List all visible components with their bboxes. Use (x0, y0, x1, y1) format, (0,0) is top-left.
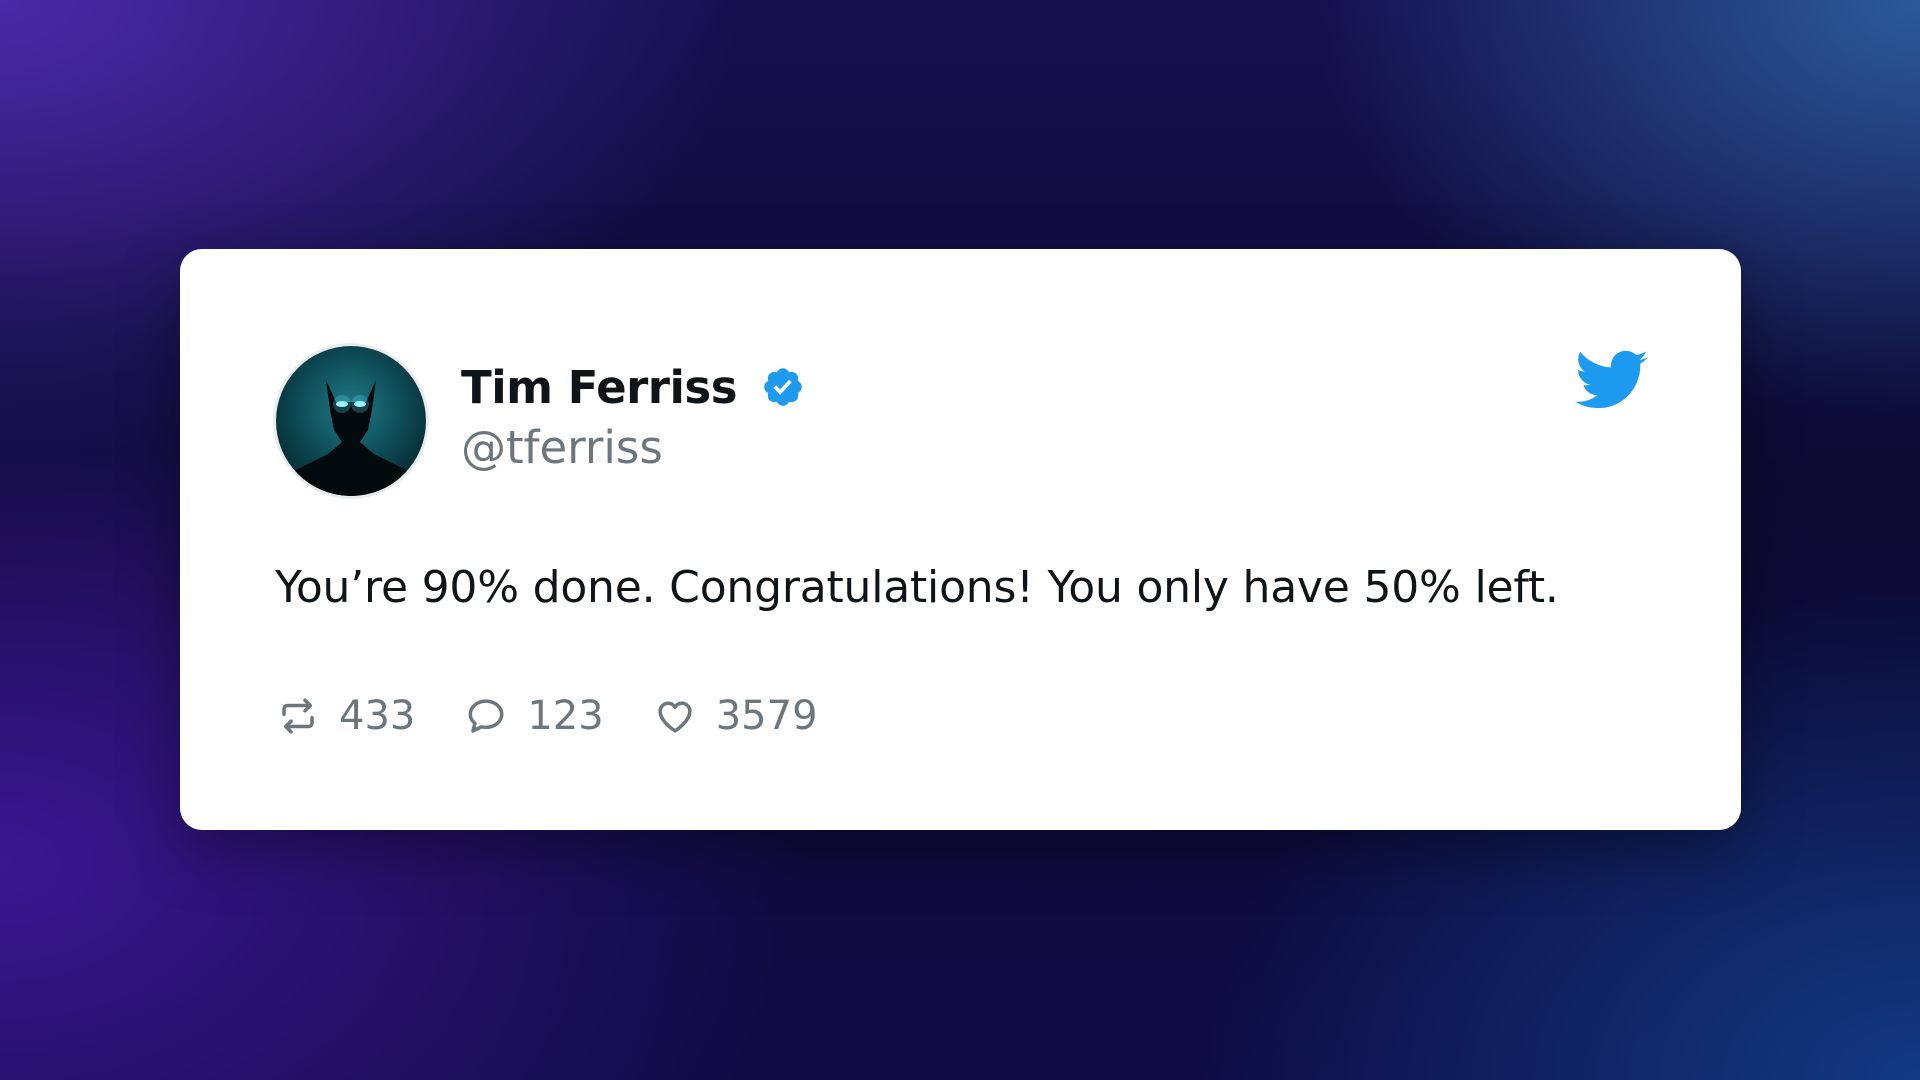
retweet-icon (282, 698, 314, 734)
heart-icon (658, 701, 692, 733)
reply-count: 123 (527, 693, 604, 739)
wolf-avatar-image (276, 346, 426, 496)
tweet-stats: 433 123 3579 (277, 686, 868, 746)
tweet-card[interactable]: Tim Ferriss @tferriss You’re 90% done. C… (180, 249, 1741, 830)
like-count: 3579 (715, 693, 818, 739)
retweet-stat[interactable]: 433 (277, 693, 415, 739)
like-stat[interactable]: 3579 (654, 693, 818, 739)
display-name[interactable]: Tim Ferriss (461, 361, 738, 414)
twitter-bird-icon[interactable] (1575, 349, 1649, 413)
page-background: { "tweet": { "author": { "display_name":… (0, 0, 1920, 1080)
name-row: Tim Ferriss (461, 357, 805, 417)
user-info: Tim Ferriss @tferriss (461, 357, 805, 474)
avatar[interactable] (276, 346, 426, 496)
tweet-text: You’re 90% done. Congratulations! You on… (275, 562, 1559, 613)
reply-icon (468, 699, 504, 733)
retweet-count: 433 (339, 693, 416, 739)
reply-stat[interactable]: 123 (465, 693, 604, 739)
handle[interactable]: @tferriss (461, 421, 805, 474)
verified-badge-icon (761, 365, 805, 409)
